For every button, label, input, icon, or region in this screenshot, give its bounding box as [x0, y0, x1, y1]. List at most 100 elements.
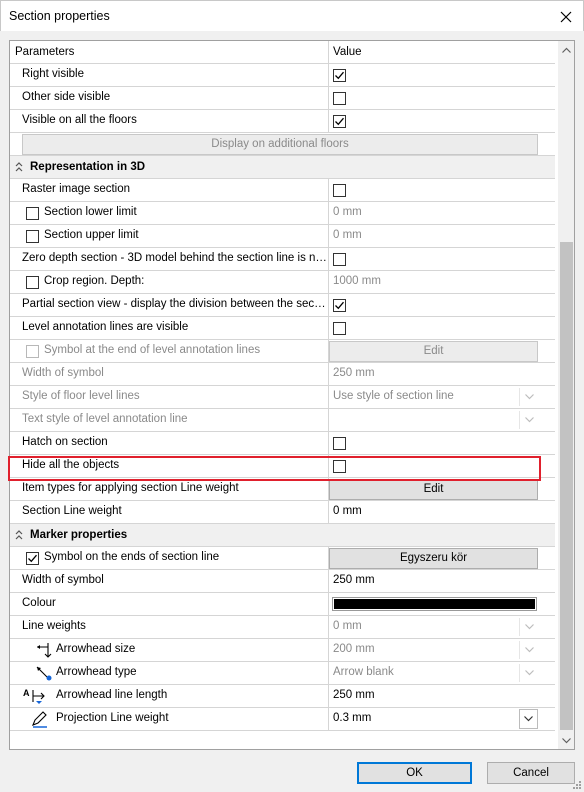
header-value: Value	[333, 46, 362, 58]
row-arrowhead-size: Arrowhead size 200 mm	[10, 639, 555, 662]
scroll-down-icon	[562, 737, 571, 743]
row-visible-all-floors: Visible on all the floors	[10, 110, 555, 133]
properties-grid: Parameters Value Right visible Other sid…	[9, 40, 575, 750]
row-label: Width of symbol	[22, 367, 104, 379]
title-bar: Section properties	[0, 0, 584, 31]
item-types-edit-button[interactable]: Edit	[329, 479, 538, 500]
grid-header: Parameters Value	[10, 41, 555, 64]
dropdown-arrow-icon	[524, 670, 534, 676]
row-other-side-visible: Other side visible	[10, 87, 555, 110]
line-weights-dropdown[interactable]: 0 mm	[329, 616, 540, 638]
crop-depth-value[interactable]: 1000 mm	[333, 275, 381, 287]
section-representation-3d[interactable]: Representation in 3D	[10, 156, 555, 179]
row-label: Raster image section	[22, 183, 131, 195]
symbol-ends-checkbox[interactable]	[26, 552, 39, 565]
text-style-dropdown[interactable]	[329, 409, 540, 431]
section-marker-properties[interactable]: Marker properties	[10, 524, 555, 547]
row-crop-region: Crop region. Depth: 1000 mm	[10, 271, 555, 294]
row-label: Projection Line weight	[56, 712, 169, 724]
row-label: Style of floor level lines	[22, 390, 140, 402]
dropdown-arrow[interactable]	[519, 411, 538, 429]
row-partial-section: Partial section view - display the divis…	[10, 294, 555, 317]
dropdown-value: 200 mm	[333, 643, 375, 655]
row-symbol-end-level: Symbol at the end of level annotation li…	[10, 340, 555, 363]
level-annotation-checkbox[interactable]	[333, 322, 346, 335]
section-upper-value[interactable]: 0 mm	[333, 229, 362, 241]
section-line-weight-value[interactable]: 0 mm	[333, 505, 362, 517]
hide-objects-checkbox[interactable]	[333, 460, 346, 473]
row-label: Section Line weight	[22, 505, 122, 517]
arrowhead-type-icon	[36, 666, 52, 681]
window-title: Section properties	[9, 9, 110, 23]
dropdown-value: Use style of section line	[333, 390, 454, 402]
other-side-visible-checkbox[interactable]	[333, 92, 346, 105]
symbol-end-level-checkbox[interactable]	[26, 345, 39, 358]
zero-depth-checkbox[interactable]	[333, 253, 346, 266]
section-title: Representation in 3D	[30, 161, 146, 173]
row-arrowhead-length: A Arrowhead line length 250 mm	[10, 685, 555, 708]
symbol-type-button[interactable]: Egyszeru kör	[329, 548, 538, 569]
ok-button[interactable]: OK	[357, 762, 472, 784]
row-label: Right visible	[22, 68, 84, 80]
symbol-end-level-edit-button[interactable]: Edit	[329, 341, 538, 362]
row-colour: Colour	[10, 593, 555, 616]
dropdown-arrow[interactable]	[519, 664, 538, 682]
resize-grip-icon[interactable]	[572, 780, 582, 790]
width-symbol-2-value[interactable]: 250 mm	[333, 574, 375, 586]
visible-all-floors-checkbox[interactable]	[333, 115, 346, 128]
collapse-chevron-icon[interactable]	[14, 529, 24, 541]
arrowhead-length-value[interactable]: 250 mm	[333, 689, 375, 701]
partial-section-checkbox[interactable]	[333, 299, 346, 312]
cancel-button[interactable]: Cancel	[487, 762, 575, 784]
row-label: Zero depth section - 3D model behind the…	[22, 252, 326, 264]
width-symbol-1-value[interactable]: 250 mm	[333, 367, 375, 379]
row-label: Item types for applying section Line wei…	[22, 482, 239, 494]
close-icon	[560, 11, 572, 23]
row-hide-objects: Hide all the objects	[10, 455, 555, 478]
raster-section-checkbox[interactable]	[333, 184, 346, 197]
row-section-line-weight: Section Line weight 0 mm	[10, 501, 555, 524]
scroll-down-button[interactable]	[558, 732, 574, 749]
dropdown-arrow[interactable]	[519, 388, 538, 406]
row-label: Symbol at the end of level annotation li…	[44, 344, 261, 356]
dropdown-arrow-icon	[524, 716, 533, 722]
row-width-symbol-2: Width of symbol 250 mm	[10, 570, 555, 593]
row-width-symbol-1: Width of symbol 250 mm	[10, 363, 555, 386]
scroll-thumb[interactable]	[560, 242, 573, 730]
row-label: Text style of level annotation line	[22, 413, 188, 425]
arrowhead-length-icon: A	[23, 688, 45, 704]
check-icon	[335, 117, 344, 126]
colour-picker[interactable]	[332, 597, 537, 611]
display-additional-floors-button[interactable]: Display on additional floors	[22, 134, 538, 155]
section-title: Marker properties	[30, 529, 128, 541]
right-visible-checkbox[interactable]	[333, 69, 346, 82]
dropdown-arrow[interactable]	[519, 709, 538, 729]
style-floor-dropdown[interactable]: Use style of section line	[329, 386, 540, 408]
check-icon	[335, 301, 344, 310]
section-upper-checkbox[interactable]	[26, 230, 39, 243]
row-label: Hide all the objects	[22, 459, 120, 471]
section-lower-checkbox[interactable]	[26, 207, 39, 220]
row-zero-depth: Zero depth section - 3D model behind the…	[10, 248, 555, 271]
dropdown-arrow[interactable]	[519, 618, 538, 636]
dropdown-arrow-icon	[524, 647, 534, 653]
row-section-upper: Section upper limit 0 mm	[10, 225, 555, 248]
row-label: Section lower limit	[44, 206, 137, 218]
projection-weight-dropdown[interactable]: 0.3 mm	[329, 708, 540, 730]
row-label: Other side visible	[22, 91, 111, 103]
row-label: Hatch on section	[22, 436, 108, 448]
dropdown-arrow-icon	[524, 417, 534, 423]
hatch-section-checkbox[interactable]	[333, 437, 346, 450]
scroll-up-button[interactable]	[558, 41, 574, 58]
dropdown-arrow[interactable]	[519, 641, 538, 659]
arrowhead-type-dropdown[interactable]: Arrow blank	[329, 662, 540, 684]
row-arrowhead-type: Arrowhead type Arrow blank	[10, 662, 555, 685]
collapse-chevron-icon[interactable]	[14, 161, 24, 173]
arrowhead-size-dropdown[interactable]: 200 mm	[329, 639, 540, 661]
check-icon	[335, 71, 344, 80]
crop-region-checkbox[interactable]	[26, 276, 39, 289]
close-button[interactable]	[549, 4, 583, 30]
row-symbol-ends: Symbol on the ends of section line Egysz…	[10, 547, 555, 570]
vertical-scrollbar[interactable]	[558, 41, 574, 749]
section-lower-value[interactable]: 0 mm	[333, 206, 362, 218]
